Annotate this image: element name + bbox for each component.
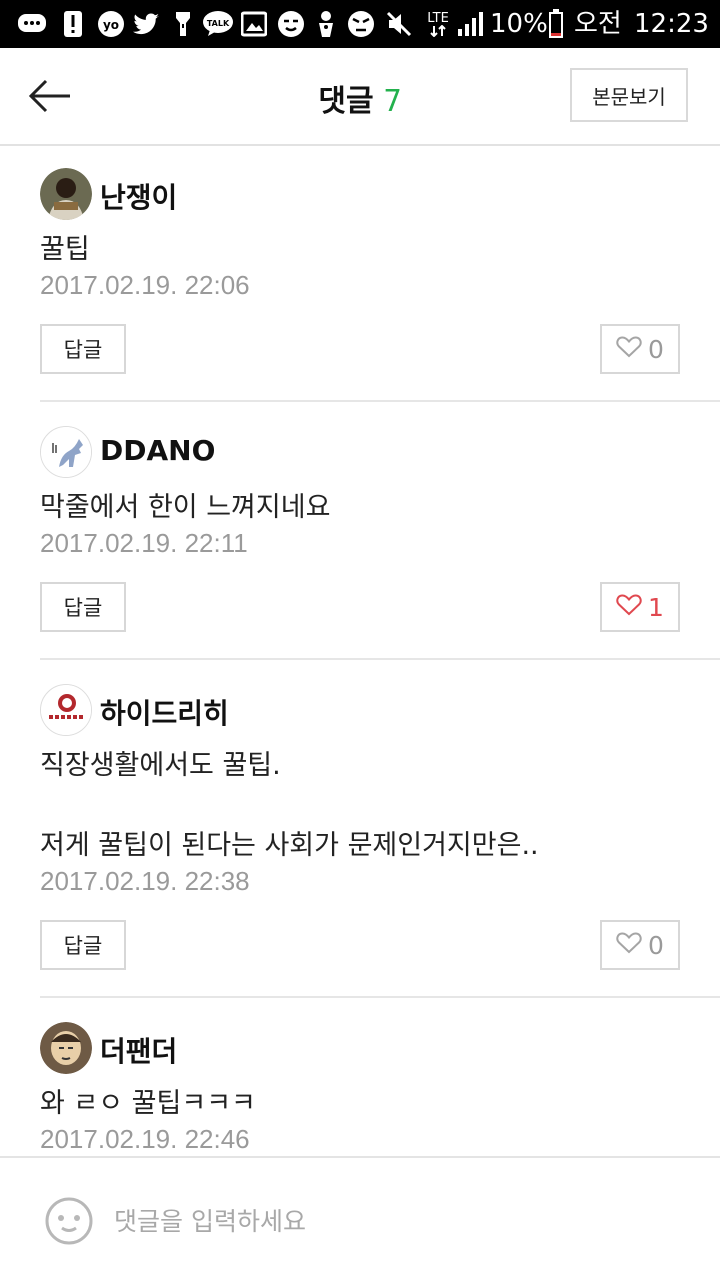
lte-label: LTE xyxy=(427,10,449,26)
battery-percent: 10% xyxy=(490,9,548,39)
comment-composer xyxy=(0,1156,720,1282)
reply-button[interactable]: 답글 xyxy=(40,920,126,970)
reply-button[interactable]: 답글 xyxy=(40,324,126,374)
ampm-label: 오전 xyxy=(574,9,622,39)
comment-divider xyxy=(40,658,720,660)
comment-item: 더팬더 와 ㄹㅇ 꿀팁ㅋㅋㅋ 2017.02.19. 22:46 답글 0 xyxy=(40,1022,720,1156)
smiley-icon xyxy=(45,1197,93,1245)
comment-text: 막줄에서 한이 느껴지네요 xyxy=(40,492,331,523)
kakaotalk-icon: TALK xyxy=(202,9,234,39)
emoticon-button[interactable] xyxy=(44,1196,94,1246)
alert-notification-icon xyxy=(58,9,88,39)
gallery-icon xyxy=(240,9,268,39)
comment-text: 와 ㄹㅇ 꿀팁ㅋㅋㅋ xyxy=(40,1088,256,1119)
mute-icon xyxy=(384,9,414,39)
avatar[interactable] xyxy=(40,1022,92,1074)
avatar[interactable] xyxy=(40,684,92,736)
battery-icon xyxy=(546,9,566,39)
page-title-text: 댓글 xyxy=(318,84,374,119)
svg-text:TALK: TALK xyxy=(207,19,230,28)
comment-divider xyxy=(40,400,720,402)
reply-button[interactable]: 답글 xyxy=(40,582,126,632)
like-count: 0 xyxy=(648,930,664,960)
emoticon-app-icon xyxy=(276,9,306,39)
comment-count: 7 xyxy=(383,84,402,119)
comment-item: 난쟁이 꿀팁 2017.02.19. 22:06 답글 0 xyxy=(40,168,720,398)
like-button[interactable]: 1 xyxy=(600,582,680,632)
flashlight-icon xyxy=(170,9,196,39)
message-notification-icon xyxy=(16,9,48,39)
like-button[interactable]: 0 xyxy=(600,324,680,374)
view-post-button[interactable]: 본문보기 xyxy=(570,68,688,122)
yo-app-icon: yo xyxy=(96,9,126,39)
comment-time: 2017.02.19. 22:38 xyxy=(40,866,250,896)
app-header: 댓글 7 본문보기 xyxy=(0,48,720,146)
avatar[interactable] xyxy=(40,168,92,220)
heart-outline-icon xyxy=(616,335,642,364)
svg-text:yo: yo xyxy=(103,18,119,32)
heart-outline-icon xyxy=(616,931,642,960)
signal-strength-icon xyxy=(456,9,486,39)
lte-icon: LTE xyxy=(420,9,456,39)
character-app-icon xyxy=(312,9,340,39)
like-count: 0 xyxy=(648,334,664,364)
status-bar: yo TALK LTE 10% 오전 12:23 xyxy=(0,0,720,48)
like-button[interactable]: 0 xyxy=(600,920,680,970)
comment-input[interactable] xyxy=(112,1192,676,1250)
like-count: 1 xyxy=(648,592,664,622)
comment-divider xyxy=(40,996,720,998)
avatar[interactable] xyxy=(40,426,92,478)
comment-time: 2017.02.19. 22:06 xyxy=(40,270,250,300)
comment-list[interactable]: 난쟁이 꿀팁 2017.02.19. 22:06 답글 0 DDANO 막줄에서… xyxy=(0,146,720,1156)
twitter-icon xyxy=(132,9,162,39)
comment-time: 2017.02.19. 22:11 xyxy=(40,528,248,558)
comment-time: 2017.02.19. 22:46 xyxy=(40,1124,250,1154)
angry-face-icon xyxy=(346,9,376,39)
heart-outline-icon xyxy=(616,593,642,622)
comment-item: DDANO 막줄에서 한이 느껴지네요 2017.02.19. 22:11 답글… xyxy=(40,426,720,656)
comment-item: 하이드리히 직장생활에서도 꿀팁. 저게 꿀팁이 된다는 사회가 문제인거지만은… xyxy=(40,684,720,994)
comment-text: 직장생활에서도 꿀팁. 저게 꿀팁이 된다는 사회가 문제인거지만은.. xyxy=(40,750,539,861)
comment-author[interactable]: 더팬더 xyxy=(100,1030,177,1070)
comment-author[interactable]: 하이드리히 xyxy=(100,692,229,732)
clock-time: 12:23 xyxy=(634,9,709,39)
comment-author[interactable]: 난쟁이 xyxy=(100,176,177,216)
comment-text: 꿀팁 xyxy=(40,234,90,265)
comment-author[interactable]: DDANO xyxy=(100,434,215,467)
